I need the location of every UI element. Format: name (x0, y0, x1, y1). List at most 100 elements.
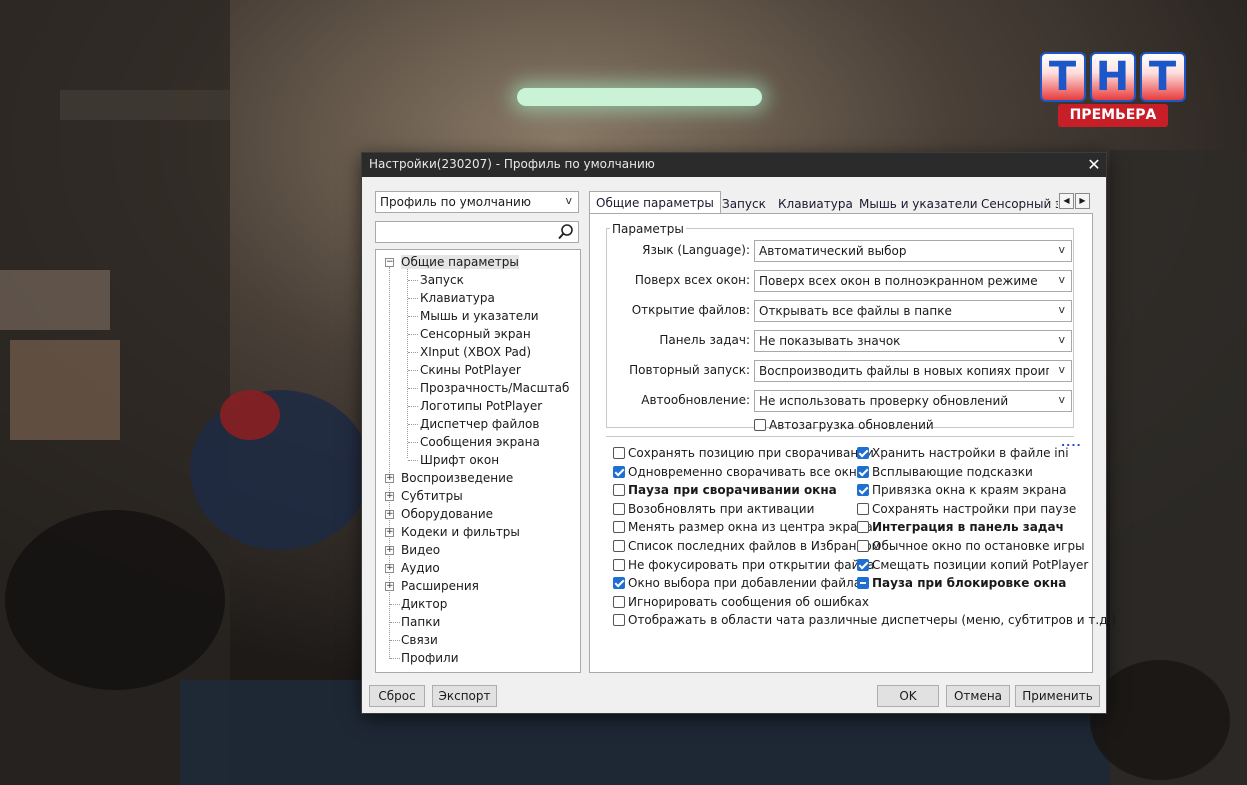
tree-subitem[interactable]: Сенсорный экран (420, 325, 531, 343)
channel-logo: Т Н Т ПРЕМЬЕРА (1036, 52, 1189, 128)
search-icon[interactable] (557, 223, 575, 241)
tab-keyboard[interactable]: Клавиатура (778, 194, 853, 214)
cancel-button[interactable]: Отмена (946, 685, 1010, 707)
ok-button[interactable]: OK (877, 685, 939, 707)
checkbox-label: Список последних файлов в Избранном (628, 539, 881, 553)
tree-item[interactable]: Расширения (401, 577, 479, 595)
param-dropdown[interactable]: Не использовать проверку обновлений v (754, 390, 1072, 412)
param-label: Язык (Language): (642, 243, 750, 257)
tree-subitem[interactable]: Прозрачность/Масштаб (420, 379, 569, 397)
tree-subitem[interactable]: Сообщения экрана (420, 433, 540, 451)
export-button[interactable]: Экспорт (432, 685, 497, 707)
tree-connector (408, 370, 418, 371)
apply-button[interactable]: Применить (1015, 685, 1100, 707)
param-dropdown-value: Не показывать значок (759, 334, 901, 348)
tree-subitem[interactable]: Логотипы PotPlayer (420, 397, 542, 415)
tree-connector (390, 622, 400, 623)
tree-item[interactable]: Диктор (401, 595, 447, 613)
param-dropdown-value: Не использовать проверку обновлений (759, 394, 1009, 408)
tree-item[interactable]: Воспроизведение (401, 469, 513, 487)
params-group-title: Параметры (610, 222, 686, 236)
chevron-down-icon: v (1058, 303, 1065, 316)
tree-connector (408, 460, 418, 461)
tree-item[interactable]: Оборудование (401, 505, 493, 523)
checkbox-box (857, 502, 869, 515)
tree-item[interactable]: Папки (401, 613, 440, 631)
checkbox-box (613, 614, 625, 627)
tab-mouse[interactable]: Мышь и указатели (859, 194, 978, 214)
tree-item[interactable]: Профили (401, 649, 459, 667)
profile-dropdown[interactable]: Профиль по умолчанию v (375, 191, 579, 213)
param-dropdown-value: Автоматический выбор (759, 244, 907, 258)
tree-subitem[interactable]: Клавиатура (420, 289, 495, 307)
param-dropdown[interactable]: Автоматический выбор v (754, 240, 1072, 262)
tree-item-label: Связи (401, 633, 438, 647)
tab-touchscreen[interactable]: Сенсорный эк (981, 194, 1058, 214)
tree-item-label: XInput (XBOX Pad) (420, 345, 532, 359)
expand-icon[interactable]: + (385, 546, 394, 555)
tree-item[interactable]: Субтитры (401, 487, 463, 505)
tree-item-label: Воспроизведение (401, 471, 514, 485)
chevron-down-icon: v (1058, 243, 1065, 256)
tree-connector (408, 442, 418, 443)
tree-subitem[interactable]: Диспетчер файлов (420, 415, 539, 433)
checkbox-label: Хранить настройки в файле ini (872, 446, 1069, 460)
tree-item[interactable]: Аудио (401, 559, 440, 577)
chevron-down-icon: v (1058, 333, 1065, 346)
tree-item-label: Шрифт окон (420, 453, 500, 467)
tree-subitem[interactable]: XInput (XBOX Pad) (420, 343, 531, 361)
tree-item-label: Общие параметры (401, 255, 519, 269)
chevron-down-icon: v (1058, 393, 1065, 406)
tree-subitem[interactable]: Шрифт окон (420, 451, 499, 469)
tree-item[interactable]: Видео (401, 541, 440, 559)
logo-letter: Н (1089, 52, 1136, 102)
tree-subitem[interactable]: Мышь и указатели (420, 307, 539, 325)
param-dropdown-value: Открывать все файлы в папке (759, 304, 952, 318)
tree-item-label: Прозрачность/Масштаб (420, 381, 570, 395)
tree-item[interactable]: Кодеки и фильтры (401, 523, 520, 541)
tab-scroll-right-icon[interactable]: ▶ (1075, 193, 1090, 209)
expand-icon[interactable]: + (385, 510, 394, 519)
tree-subitem[interactable]: Скины PotPlayer (420, 361, 521, 379)
param-dropdown[interactable]: Открывать все файлы в папке v (754, 300, 1072, 322)
tree-connector (389, 267, 390, 659)
checkbox-box (857, 558, 869, 571)
expand-icon[interactable]: + (385, 492, 394, 501)
tree-item-label: Видео (401, 543, 441, 557)
expand-icon[interactable]: + (385, 474, 394, 483)
tree-connector (390, 658, 400, 659)
close-button[interactable]: ✕ (1082, 153, 1106, 177)
tree-item-general[interactable]: Общие параметры (401, 253, 519, 271)
checkbox-label: Автозагрузка обновлений (769, 418, 934, 432)
checkbox-box (857, 484, 869, 497)
settings-search-input[interactable] (375, 221, 579, 243)
reset-button[interactable]: Сброс (369, 685, 425, 707)
settings-dialog: Настройки(230207) - Профиль по умолчанию… (361, 152, 1116, 714)
checkbox-box (857, 521, 869, 534)
expand-icon[interactable]: + (385, 564, 394, 573)
tree-item[interactable]: Связи (401, 631, 438, 649)
tab-scroll-left-icon[interactable]: ◀ (1059, 193, 1074, 209)
tab-startup[interactable]: Запуск (722, 194, 766, 214)
param-dropdown[interactable]: Поверх всех окон в полноэкранном режиме v (754, 270, 1072, 292)
checkbox-label: Обычное окно по остановке игры (872, 539, 1085, 553)
checkbox-box (613, 447, 625, 459)
logo-caption: ПРЕМЬЕРА (1058, 104, 1168, 127)
logo-letter: Т (1139, 52, 1186, 102)
expand-icon[interactable]: + (385, 528, 394, 537)
expand-icon[interactable]: + (385, 582, 394, 591)
collapse-icon[interactable]: − (385, 258, 394, 267)
param-dropdown[interactable]: Не показывать значок v (754, 330, 1072, 352)
tree-subitem[interactable]: Запуск (420, 271, 464, 289)
checkbox-label: Привязка окна к краям экрана (872, 483, 1067, 498)
tab-general[interactable]: Общие параметры (589, 191, 721, 215)
tree-item-label: Диспетчер файлов (420, 417, 540, 431)
param-label: Автообновление: (641, 393, 750, 407)
tree-item-label: Кодеки и фильтры (401, 525, 520, 539)
checkbox-box (613, 558, 625, 571)
title-bar[interactable]: Настройки(230207) - Профиль по умолчанию… (362, 153, 1106, 177)
checkbox-label: Возобновлять при активации (628, 501, 815, 516)
param-dropdown[interactable]: Воспроизводить файлы в новых копиях прои… (754, 360, 1072, 382)
checkbox-box (857, 577, 869, 590)
settings-tree[interactable]: − Общие параметры Запуск Клавиатура Мышь и у… (375, 249, 581, 673)
